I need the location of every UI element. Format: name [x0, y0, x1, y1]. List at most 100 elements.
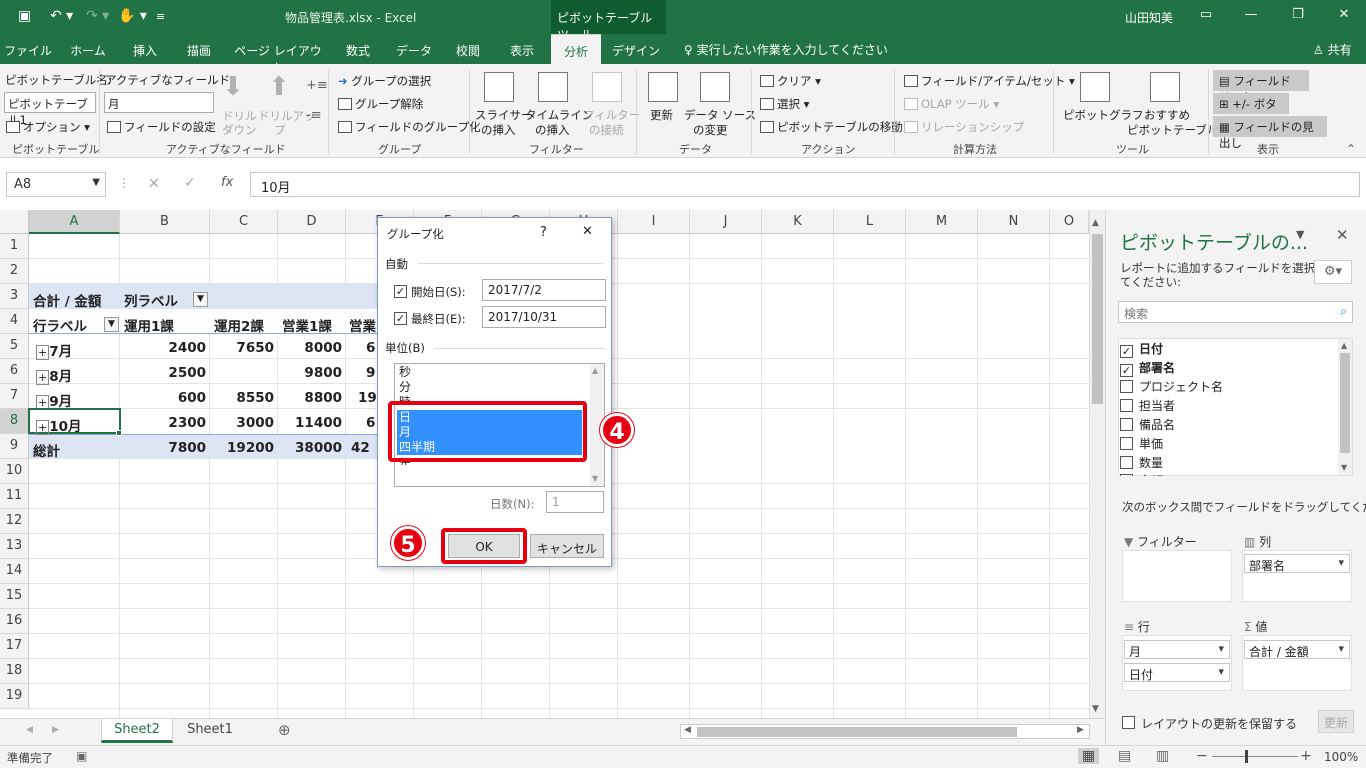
pivot-col-header[interactable]: 営業: [349, 311, 379, 336]
row-header[interactable]: 9: [0, 434, 29, 459]
row-header[interactable]: 7: [0, 384, 29, 409]
column-header[interactable]: O: [1050, 210, 1089, 234]
group-selection-button[interactable]: ➜ グループの選択: [338, 73, 431, 89]
pivot-cell[interactable]: 9: [366, 361, 375, 386]
row-header[interactable]: 4: [0, 309, 29, 334]
row-header[interactable]: 14: [0, 559, 29, 584]
row-header[interactable]: 12: [0, 509, 29, 534]
pivot-row-label[interactable]: +7月: [36, 336, 72, 361]
column-header[interactable]: C: [210, 210, 278, 234]
row-header[interactable]: 13: [0, 534, 29, 559]
field-checkbox[interactable]: [1120, 380, 1133, 393]
field-item[interactable]: 単価: [1120, 435, 1163, 452]
normal-view-icon[interactable]: ▦: [1078, 748, 1100, 764]
ribbon-options-icon[interactable]: ▭: [1196, 7, 1216, 22]
refresh-icon[interactable]: [648, 72, 678, 102]
zoom-in-icon[interactable]: +: [1300, 748, 1312, 764]
rows-item-dropdown[interactable]: 月: [1124, 640, 1230, 659]
tab-home[interactable]: ホーム: [62, 34, 114, 64]
field-checkbox[interactable]: [1120, 418, 1133, 431]
customize-qat-icon[interactable]: ≡: [156, 10, 165, 23]
pivot-col-header[interactable]: 営業1課: [282, 311, 332, 336]
column-header[interactable]: D: [278, 210, 346, 234]
field-settings-button[interactable]: フィールドの設定: [107, 119, 216, 135]
expand-icon[interactable]: +: [36, 420, 50, 435]
row-header[interactable]: 6: [0, 359, 29, 384]
field-checkbox[interactable]: ✓: [1120, 364, 1133, 377]
group-field-button[interactable]: フィールドのグループ化: [338, 119, 481, 135]
page-layout-view-icon[interactable]: ▤: [1118, 748, 1131, 764]
tab-view[interactable]: 表示: [498, 34, 546, 64]
pivot-cell[interactable]: 600: [120, 386, 209, 411]
field-item[interactable]: ✓ 日付: [1120, 340, 1163, 358]
row-header[interactable]: 5: [0, 334, 29, 359]
pivot-cell[interactable]: [210, 361, 277, 386]
column-header[interactable]: I: [618, 210, 690, 234]
collapse-field-icon[interactable]: -≡: [306, 108, 322, 123]
dialog-close-icon[interactable]: ✕: [582, 224, 593, 239]
pivot-row-label[interactable]: +10月: [36, 411, 82, 436]
pivot-cell[interactable]: 2500: [120, 361, 209, 386]
row-header[interactable]: 11: [0, 484, 29, 509]
move-pivottable-button[interactable]: ピボットテーブルの移動: [760, 119, 903, 135]
column-header[interactable]: B: [120, 210, 210, 234]
tab-analyze[interactable]: 分析: [551, 34, 601, 64]
columns-item-dropdown[interactable]: 部署名: [1244, 554, 1350, 573]
expand-field-icon[interactable]: +≡: [306, 78, 328, 93]
formula-input[interactable]: 10月: [250, 172, 1360, 197]
field-checkbox[interactable]: ✓: [1120, 345, 1133, 358]
scroll-up-icon[interactable]: ▲: [1341, 341, 1347, 350]
filter-connection-icon[interactable]: [592, 72, 622, 102]
pivot-cell[interactable]: 2300: [120, 411, 209, 436]
pivot-cell[interactable]: 11400: [278, 411, 345, 436]
column-header[interactable]: M: [906, 210, 978, 234]
unit-option-seconds[interactable]: 秒: [397, 365, 582, 380]
row-header[interactable]: 10: [0, 459, 29, 484]
drill-up-icon[interactable]: ⬆: [268, 72, 290, 102]
select-button[interactable]: 選択 ▾: [760, 96, 809, 112]
relationships-button[interactable]: リレーションシップ: [904, 119, 1024, 135]
slicer-icon[interactable]: [484, 72, 514, 102]
vertical-scrollbar[interactable]: ▲ ▼: [1089, 210, 1105, 718]
pivot-cell[interactable]: 8800: [278, 386, 345, 411]
column-header[interactable]: K: [762, 210, 834, 234]
rows-item-dropdown[interactable]: 日付: [1124, 663, 1230, 682]
column-header[interactable]: L: [834, 210, 906, 234]
next-sheet-icon[interactable]: ▶: [52, 725, 59, 735]
add-sheet-icon[interactable]: ⊕: [278, 721, 291, 739]
olap-tools-button[interactable]: OLAP ツール ▾: [904, 96, 999, 112]
field-headers-toggle[interactable]: ▦ フィールドの見出し: [1213, 116, 1327, 150]
tab-formulas[interactable]: 数式: [334, 34, 382, 64]
pivot-row-label[interactable]: +8月: [36, 361, 72, 386]
pivot-chart-icon[interactable]: [1080, 72, 1110, 102]
pivot-cell[interactable]: 6: [366, 411, 375, 436]
grand-total-cell[interactable]: 19200: [210, 436, 277, 461]
fields-items-sets-button[interactable]: フィールド/アイテム/セット ▾: [904, 73, 1075, 89]
pivot-col-header[interactable]: 運用1課: [124, 311, 174, 336]
macro-record-icon[interactable]: ▣: [76, 749, 87, 763]
scroll-down-icon[interactable]: ▼: [1341, 463, 1347, 472]
filter-drop-area[interactable]: [1122, 550, 1232, 602]
tab-page-layout[interactable]: ページ レイアウト: [230, 34, 326, 75]
pane-close-icon[interactable]: ✕: [1336, 226, 1349, 244]
pane-menu-icon[interactable]: ▼: [1296, 228, 1304, 241]
timeline-icon[interactable]: [538, 72, 568, 102]
unit-option-minutes[interactable]: 分: [397, 380, 582, 395]
ungroup-button[interactable]: グループ解除: [338, 96, 423, 112]
grand-total-cell[interactable]: 38000: [278, 436, 345, 461]
tab-review[interactable]: 校閲: [444, 34, 492, 64]
field-item[interactable]: 数量: [1120, 454, 1163, 471]
row-header[interactable]: 1: [0, 234, 29, 259]
pivot-value-header[interactable]: 合計 / 金額: [33, 286, 101, 311]
buttons-toggle[interactable]: ⊞ +/- ボタン: [1213, 93, 1289, 127]
prev-sheet-icon[interactable]: ◀: [26, 725, 33, 735]
field-list-toggle[interactable]: ▤ フィールド リスト: [1213, 70, 1309, 104]
user-name[interactable]: 山田知美: [1125, 9, 1173, 26]
close-icon[interactable]: ✕: [1334, 7, 1354, 22]
tab-data[interactable]: データ: [388, 34, 440, 64]
tab-insert[interactable]: 挿入: [120, 34, 170, 64]
pivot-cell[interactable]: 8000: [278, 336, 345, 361]
active-field-input[interactable]: 月: [104, 92, 214, 113]
update-button[interactable]: 更新: [1318, 710, 1354, 733]
scroll-up-icon[interactable]: ▲: [1092, 218, 1099, 228]
